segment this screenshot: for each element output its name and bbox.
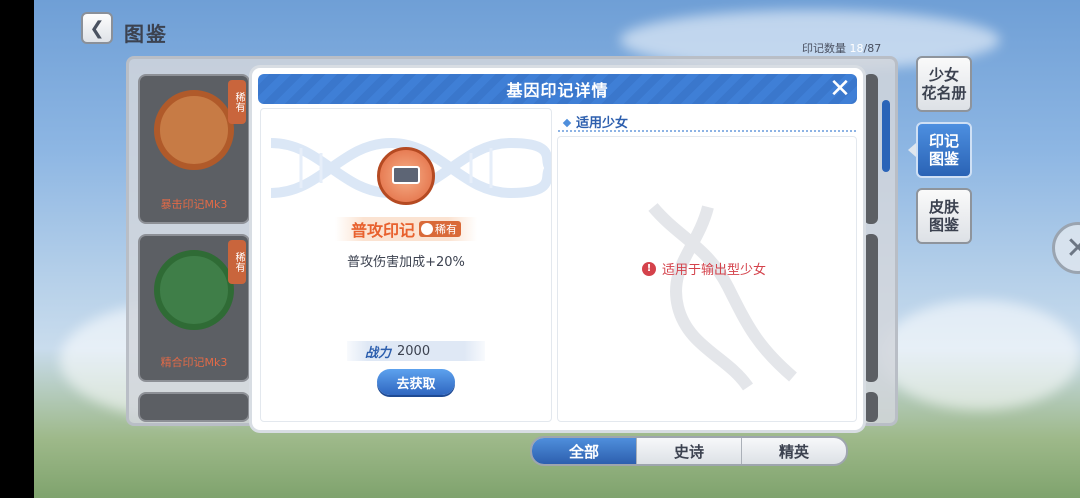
imprint-medal-icon xyxy=(154,90,234,170)
collection-count-current: 18 xyxy=(849,42,864,55)
imprint-card-edge xyxy=(864,234,878,382)
page-title: 图鉴 xyxy=(124,22,168,46)
imprint-card-edge xyxy=(864,74,878,224)
collection-count-label: 印记数量 xyxy=(802,42,846,55)
rarity-badge: 稀有 xyxy=(419,221,461,237)
rarity-icon xyxy=(421,223,433,235)
side-menu-skin[interactable]: 皮肤 图鉴 xyxy=(916,188,972,244)
applicable-section-title: 适用少女 xyxy=(562,112,629,131)
left-letterbox xyxy=(0,0,34,498)
back-button[interactable]: ❮ xyxy=(81,12,113,44)
imprint-detail-dialog: 基因印记详情 ✕ 普攻印记 稀有 普攻伤害加成+20% 战力 2000 去获取 xyxy=(252,68,863,430)
imprint-card[interactable]: 稀有 暴击印记Mk3 xyxy=(138,74,250,224)
item-detail-pane: 普攻印记 稀有 普攻伤害加成+20% 战力 2000 去获取 xyxy=(260,108,552,422)
tab-all[interactable]: 全部 xyxy=(532,438,636,464)
dialog-close-icon[interactable]: ✕ xyxy=(827,76,853,102)
power-value: 2000 xyxy=(397,343,431,359)
rarity-badge: 稀有 xyxy=(228,240,246,284)
get-button[interactable]: 去获取 xyxy=(377,369,455,395)
item-description: 普攻伤害加成+20% xyxy=(347,255,465,270)
active-indicator-icon xyxy=(908,143,916,157)
diamond-icon xyxy=(562,118,572,128)
dialog-title: 基因印记详情 xyxy=(506,81,609,100)
chevron-left-icon: ❮ xyxy=(89,17,105,39)
dialog-header: 基因印记详情 ✕ xyxy=(258,74,857,104)
tab-elite[interactable]: 精英 xyxy=(741,438,846,464)
imprint-card-edge xyxy=(864,392,878,422)
dna-watermark-icon xyxy=(648,203,797,391)
imprint-medal-icon xyxy=(377,147,435,205)
power-label: 战力 xyxy=(365,345,392,361)
item-name: 普攻印记 xyxy=(350,221,415,240)
filter-tabs: 全部 史诗 精英 xyxy=(530,436,848,466)
side-menu-imprint[interactable]: 印记 图鉴 xyxy=(916,122,972,178)
grid-scrollbar[interactable] xyxy=(882,100,890,172)
applicable-notice-text: 适用于输出型少女 xyxy=(662,263,767,278)
rarity-badge: 稀有 xyxy=(228,80,246,124)
collection-count: 印记数量 18/87 xyxy=(802,40,881,56)
close-icon[interactable]: ✕ xyxy=(1052,222,1080,274)
applicable-title-label: 适用少女 xyxy=(576,116,629,131)
imprint-card[interactable] xyxy=(138,392,250,422)
rarity-label: 稀有 xyxy=(435,223,457,236)
side-menu-roster[interactable]: 少女 花名册 xyxy=(916,56,972,112)
imprint-card[interactable]: 稀有 精合印记Mk3 xyxy=(138,234,250,382)
warning-icon: ! xyxy=(642,261,656,276)
imprint-medal-icon xyxy=(154,250,234,330)
section-divider xyxy=(558,130,856,132)
imprint-card-name: 精合印记Mk3 xyxy=(160,356,228,369)
collection-count-total: /87 xyxy=(863,42,882,55)
background-cloud xyxy=(880,300,1080,410)
imprint-card-name: 暴击印记Mk3 xyxy=(160,198,228,211)
applicable-pane: ! 适用于输出型少女 xyxy=(557,136,857,422)
gun-icon xyxy=(392,166,420,184)
applicable-notice: ! 适用于输出型少女 xyxy=(642,259,766,278)
item-name-ribbon: 普攻印记 稀有 xyxy=(335,217,477,241)
power-bar: 战力 2000 xyxy=(347,341,485,361)
tab-epic[interactable]: 史诗 xyxy=(636,438,741,464)
